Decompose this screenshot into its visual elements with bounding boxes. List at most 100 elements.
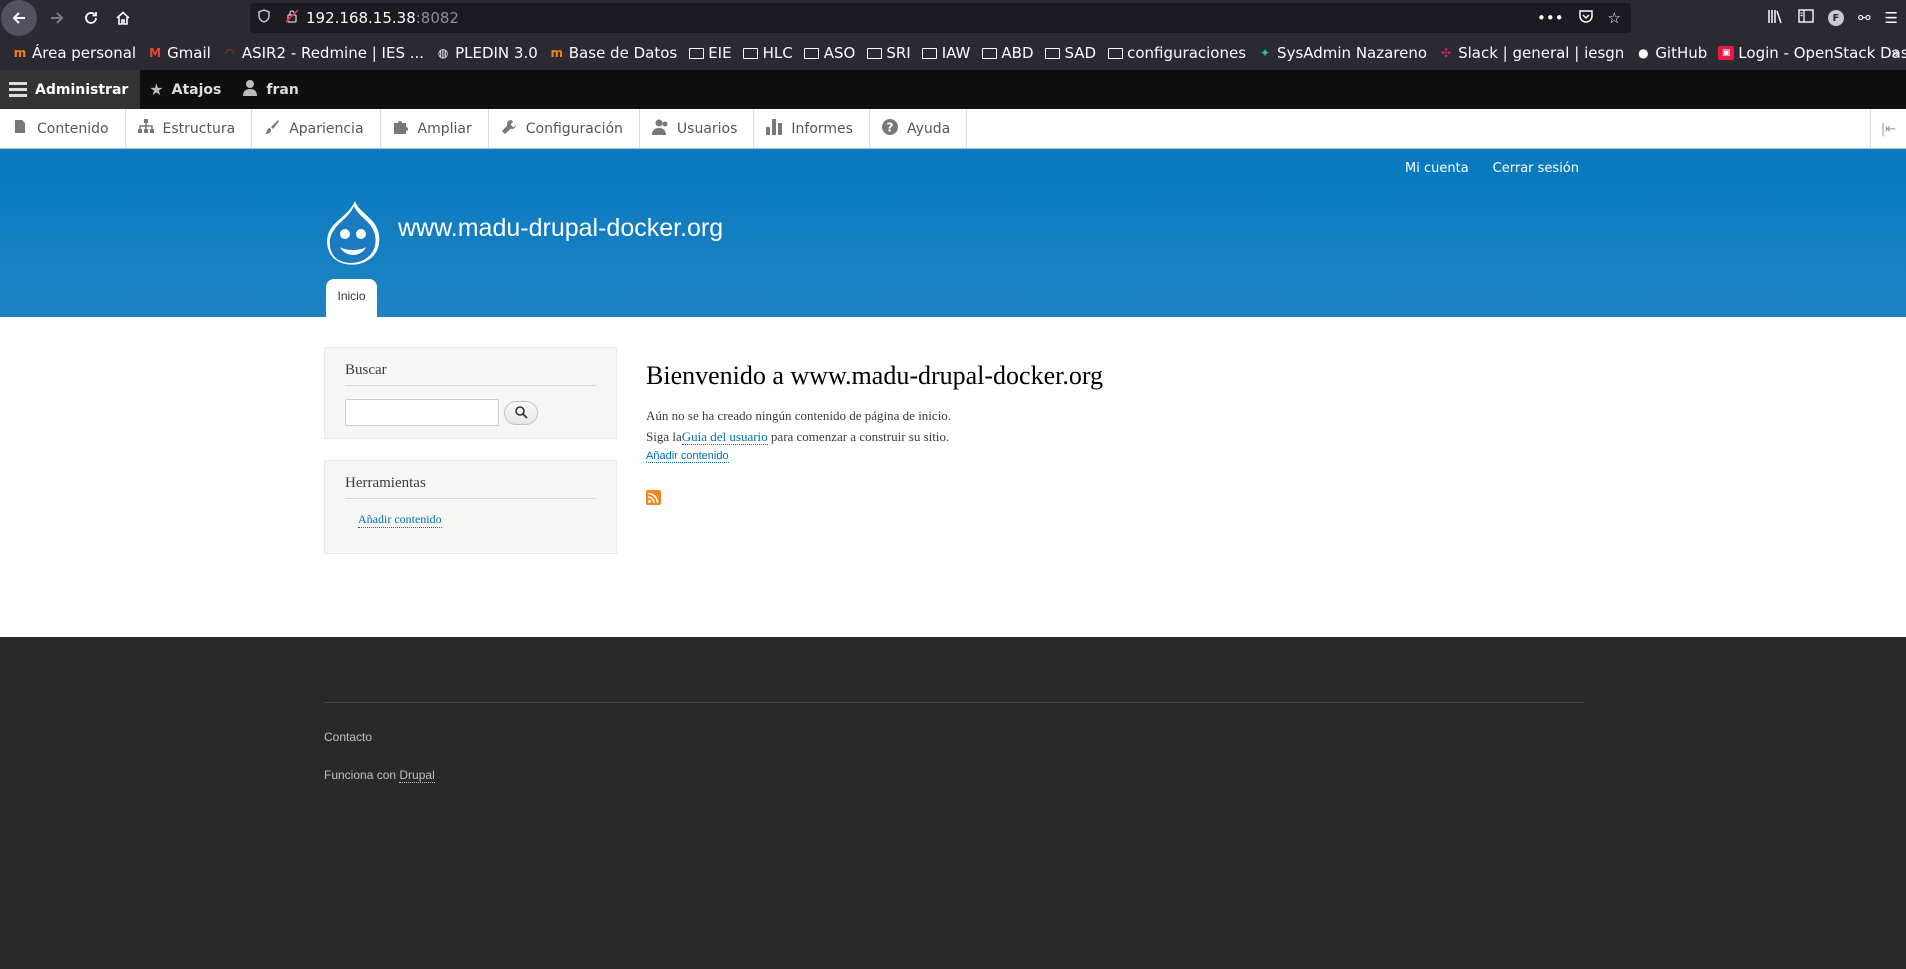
search-input[interactable] (345, 399, 499, 426)
sidebar-icon[interactable] (1798, 9, 1814, 27)
openstack-icon: ▣ (1718, 46, 1735, 60)
collapse-icon: |⇤ (1880, 121, 1897, 137)
bookmark-8[interactable]: SRI (866, 44, 911, 62)
tray-item-configuracion[interactable]: Configuración (489, 109, 640, 148)
page-actions-icon[interactable]: ••• (1537, 9, 1564, 27)
folder-icon (866, 46, 882, 60)
arrow-left-icon (12, 12, 25, 24)
tray-item-usuarios[interactable]: Usuarios (640, 109, 755, 148)
footer-contact-link[interactable]: Contacto (324, 730, 372, 744)
my-account-link[interactable]: Mi cuenta (1405, 161, 1469, 176)
bookmark-6[interactable]: HLC (743, 44, 793, 62)
secondary-menu: Mi cuenta Cerrar sesión (1405, 161, 1579, 176)
bookmark-15[interactable]: ● GitHub (1635, 44, 1707, 62)
tray-item-estructura[interactable]: Estructura (126, 109, 253, 148)
svg-text:?: ? (886, 120, 893, 134)
file-icon (12, 119, 28, 138)
forward-button[interactable] (41, 2, 73, 34)
page-title: Bienvenido a www.madu-drupal-docker.org (646, 361, 1104, 390)
folder-icon (1107, 46, 1123, 60)
bookmark-13[interactable]: ✦ SysAdmin Nazareno (1257, 44, 1427, 62)
bookmark-10[interactable]: ABD (981, 44, 1034, 62)
slack-icon: ✣ (1441, 46, 1452, 60)
search-button[interactable] (504, 400, 538, 425)
bookmark-1[interactable]: M Gmail (147, 44, 211, 62)
extension-icon[interactable]: ⚯ (1858, 9, 1871, 27)
url-port: :8082 (415, 9, 459, 27)
empty-front-message: Aún no se ha creado ningún contenido de … (646, 408, 952, 423)
menu-icon[interactable]: ☰ (1885, 9, 1898, 27)
bookmarks-toolbar: m Área personal M Gmail ◠ ASIR2 - Redmine |… (0, 36, 1906, 70)
insecure-lock-icon[interactable] (278, 9, 306, 27)
library-icon[interactable] (1767, 9, 1784, 28)
folder-icon (922, 46, 938, 60)
toolbar-user[interactable]: fran (233, 70, 310, 109)
sitemap-icon (137, 119, 154, 138)
tray-item-apariencia[interactable]: Apariencia (252, 109, 381, 148)
url-host: 192.168.15.38 (306, 9, 416, 27)
folder-icon (1045, 46, 1061, 60)
tracking-protection-icon[interactable] (250, 9, 278, 27)
url-bar[interactable]: 192.168.15.38:8082 ••• ☆ (250, 3, 1631, 33)
paintbrush-icon (264, 119, 280, 139)
pocket-icon[interactable] (1578, 9, 1594, 28)
toolbar-manage[interactable]: Administrar (0, 70, 141, 109)
home-button[interactable] (107, 2, 139, 34)
toolbar-shortcuts[interactable]: ★ Atajos (140, 70, 233, 109)
moodle-icon: m (13, 46, 27, 60)
tools-block: Herramientas Añadir contenido (324, 460, 617, 554)
gmail-icon: M (149, 46, 162, 60)
drupal-logo-icon[interactable] (325, 201, 381, 265)
rss-feed-icon[interactable] (646, 490, 661, 505)
tray-item-ampliar[interactable]: Ampliar (381, 109, 489, 148)
bookmark-5[interactable]: EIE (688, 44, 732, 62)
folder-icon (743, 46, 759, 60)
profile-avatar[interactable]: F (1827, 10, 1844, 26)
back-button[interactable] (1, 0, 37, 36)
bookmark-9[interactable]: IAW (922, 44, 970, 62)
globe-icon: ◍ (437, 46, 449, 60)
sysadmin-icon: ✦ (1260, 46, 1271, 60)
tray-item-contenido[interactable]: Contenido (0, 109, 126, 148)
sidebar-add-content-link[interactable]: Añadir contenido (358, 512, 442, 528)
admin-tray: Contenido Estructura Apariencia Ampliar … (0, 109, 1906, 149)
admin-toolbar: Administrar ★ Atajos fran (0, 70, 1906, 109)
site-footer: Contacto Funciona con Drupal (0, 637, 1906, 969)
logout-link[interactable]: Cerrar sesión (1493, 161, 1579, 176)
user-guide-message: Siga laGuía del usuario para comenzar a … (646, 429, 950, 445)
user-guide-link[interactable]: Guía del usuario (681, 429, 768, 445)
footer-divider (324, 702, 1584, 703)
add-content-link[interactable]: Añadir contenido (646, 450, 729, 463)
bookmark-0[interactable]: m Área personal (12, 44, 136, 62)
bar-chart-icon (766, 118, 783, 139)
moodle-icon: m (550, 46, 564, 60)
redmine-icon: ◠ (224, 46, 236, 60)
search-icon (514, 406, 528, 419)
bookmark-star-icon[interactable]: ☆ (1608, 9, 1621, 27)
hamburger-icon (9, 82, 27, 97)
home-icon (116, 11, 130, 25)
bookmarks-overflow-icon[interactable]: » (1891, 44, 1900, 62)
bookmark-3[interactable]: ◍ PLEDIN 3.0 (435, 44, 538, 62)
site-name[interactable]: www.madu-drupal-docker.org (398, 214, 723, 243)
bookmark-14[interactable]: ✣ Slack | general | iesgn (1438, 44, 1624, 62)
bookmark-11[interactable]: SAD (1045, 44, 1096, 62)
folder-icon (688, 46, 704, 60)
powered-by: Funciona con Drupal (324, 768, 435, 783)
drupal-link[interactable]: Drupal (399, 768, 435, 783)
tray-item-ayuda[interactable]: ? Ayuda (870, 109, 968, 148)
bookmark-4[interactable]: m Base de Datos (549, 44, 678, 62)
tab-inicio[interactable]: Inicio (326, 279, 377, 317)
wrench-icon (501, 119, 517, 139)
people-icon (651, 119, 668, 139)
help-icon: ? (881, 118, 898, 139)
bookmark-12[interactable]: configuraciones (1107, 44, 1246, 62)
reload-button[interactable] (75, 2, 107, 34)
tray-orientation-toggle[interactable]: |⇤ (1870, 109, 1906, 149)
tray-item-informes[interactable]: Informes (754, 109, 870, 148)
bookmark-2[interactable]: ◠ ASIR2 - Redmine | IES ... (222, 44, 424, 62)
reload-icon (85, 12, 97, 24)
folder-icon (981, 46, 997, 60)
bookmark-7[interactable]: ASO (804, 44, 855, 62)
bookmark-16[interactable]: ▣ Login - OpenStack Das... (1718, 44, 1906, 62)
